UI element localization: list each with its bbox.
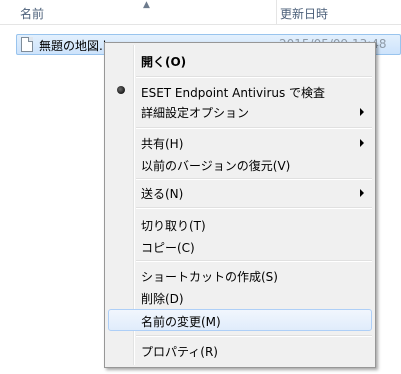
menu-item-create-shortcut[interactable]: ショートカットの作成(S) — [108, 264, 372, 286]
menu-item-rename[interactable]: 名前の変更(M) — [108, 309, 372, 331]
menu-item-restore-previous[interactable]: 以前のバージョンの復元(V) — [108, 153, 372, 175]
menu-item-label: 切り取り(T) — [141, 219, 206, 233]
menu-item-label: 送る(N) — [141, 187, 184, 201]
menu-item-label: 詳細設定オプション — [141, 106, 250, 120]
menu-item-share[interactable]: 共有(H) — [108, 131, 372, 153]
menu-separator — [136, 76, 372, 78]
column-header-date-modified[interactable]: 更新日時 — [277, 0, 401, 24]
menu-separator — [136, 127, 372, 129]
column-header-date-label: 更新日時 — [280, 7, 329, 21]
menu-item-label: プロパティ(R) — [141, 345, 218, 359]
menu-item-send-to[interactable]: 送る(N) — [108, 181, 372, 203]
menu-item-advanced-options[interactable]: 詳細設定オプション — [108, 100, 372, 122]
document-file-icon — [21, 37, 33, 52]
menu-item-label: コピー(C) — [141, 241, 195, 255]
submenu-arrow-icon — [360, 139, 364, 147]
menu-item-copy[interactable]: コピー(C) — [108, 235, 372, 257]
column-header-name[interactable]: 名前 ▲ — [0, 0, 277, 24]
menu-item-label: 以前のバージョンの復元(V) — [141, 159, 291, 173]
context-menu: 開く(O) ESET Endpoint Antivirus で検査 詳細設定オプ… — [104, 42, 376, 368]
column-header-bar: 名前 ▲ 更新日時 — [0, 0, 401, 25]
column-header-name-label: 名前 — [20, 7, 45, 21]
menu-item-label: ショートカットの作成(S) — [141, 270, 278, 284]
submenu-arrow-icon — [360, 108, 364, 116]
menu-item-cut[interactable]: 切り取り(T) — [108, 213, 372, 235]
menu-separator — [136, 207, 372, 209]
menu-item-label: 名前の変更(M) — [141, 315, 221, 329]
submenu-arrow-icon — [360, 189, 364, 197]
menu-item-label: 削除(D) — [141, 292, 184, 306]
menu-item-label: 共有(H) — [141, 137, 184, 151]
sort-ascending-icon: ▲ — [143, 0, 150, 10]
menu-item-label: 開く(O) — [141, 55, 187, 69]
menu-item-eset-scan[interactable]: ESET Endpoint Antivirus で検査 — [108, 80, 372, 102]
menu-item-properties[interactable]: プロパティ(R) — [108, 339, 372, 361]
menu-separator — [136, 260, 372, 262]
menu-separator — [136, 178, 372, 180]
menu-separator — [136, 335, 372, 337]
menu-item-open[interactable]: 開く(O) — [108, 49, 372, 71]
menu-item-delete[interactable]: 削除(D) — [108, 286, 372, 308]
menu-item-label: ESET Endpoint Antivirus で検査 — [141, 86, 326, 100]
eset-radio-icon — [117, 86, 125, 94]
